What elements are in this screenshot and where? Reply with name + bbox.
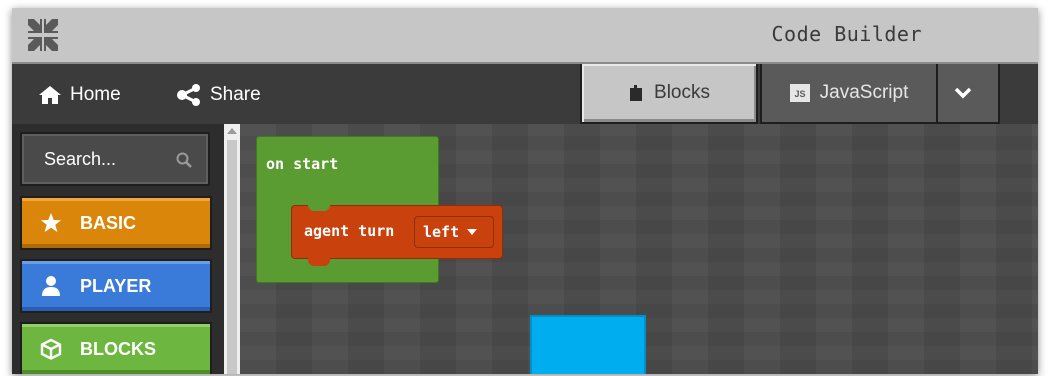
blocks-workspace[interactable]: on start agent turn left — [240, 124, 1038, 374]
tab-javascript[interactable]: JS JavaScript — [760, 64, 938, 124]
tab-javascript-label: JavaScript — [819, 82, 909, 103]
block-tab — [308, 258, 330, 266]
cube-icon — [40, 338, 62, 360]
home-icon — [39, 86, 61, 104]
toolbar: Home Share Blocks JS JavaScript — [12, 64, 1038, 124]
code-builder-window: Code Builder Home Share Blocks JS JavaSc… — [12, 8, 1038, 374]
category-blocks[interactable]: BLOCKS — [20, 322, 212, 374]
category-basic[interactable]: BASIC — [20, 196, 212, 250]
js-icon: JS — [789, 84, 810, 102]
category-player[interactable]: PLAYER — [20, 259, 212, 313]
palette-scrollbar[interactable] — [224, 124, 240, 374]
search-placeholder: Search... — [44, 149, 117, 169]
scrollbar-thumb[interactable] — [227, 140, 237, 374]
direction-dropdown[interactable]: left — [414, 216, 494, 248]
direction-value: left — [423, 223, 460, 241]
puzzle-icon — [630, 85, 643, 101]
share-label: Share — [210, 84, 261, 105]
block-notch — [308, 205, 330, 211]
search-input[interactable]: Search... — [20, 132, 210, 186]
home-label: Home — [70, 84, 121, 105]
user-icon — [42, 276, 60, 296]
home-button[interactable]: Home — [38, 82, 121, 108]
blue-block[interactable] — [530, 315, 646, 374]
chevron-down-icon — [954, 87, 972, 99]
category-blocks-label: BLOCKS — [80, 338, 156, 359]
share-button[interactable]: Share — [176, 82, 261, 108]
more-menu-button[interactable] — [938, 64, 1000, 124]
category-basic-label: BASIC — [80, 212, 137, 233]
window-title: Code Builder — [771, 22, 922, 46]
share-icon — [177, 84, 200, 106]
on-start-block[interactable]: on start agent turn left — [256, 136, 503, 283]
agent-turn-block[interactable]: agent turn left — [291, 205, 503, 266]
star-icon — [41, 213, 61, 232]
scroll-up-arrow-icon[interactable] — [227, 128, 237, 134]
agent-turn-label: agent turn — [304, 222, 395, 240]
toolbox-palette: Search... BASIC PLAYER BLOCKS — [12, 124, 224, 374]
category-player-label: PLAYER — [80, 275, 152, 296]
tab-blocks-label: Blocks — [654, 82, 710, 103]
tab-blocks[interactable]: Blocks — [580, 64, 758, 124]
collapse-icon[interactable] — [26, 17, 60, 53]
caret-down-icon — [467, 229, 478, 235]
svg-text:JS: JS — [794, 89, 805, 99]
title-bar: Code Builder — [12, 8, 1038, 64]
search-icon — [176, 152, 192, 168]
on-start-label: on start — [266, 155, 339, 173]
